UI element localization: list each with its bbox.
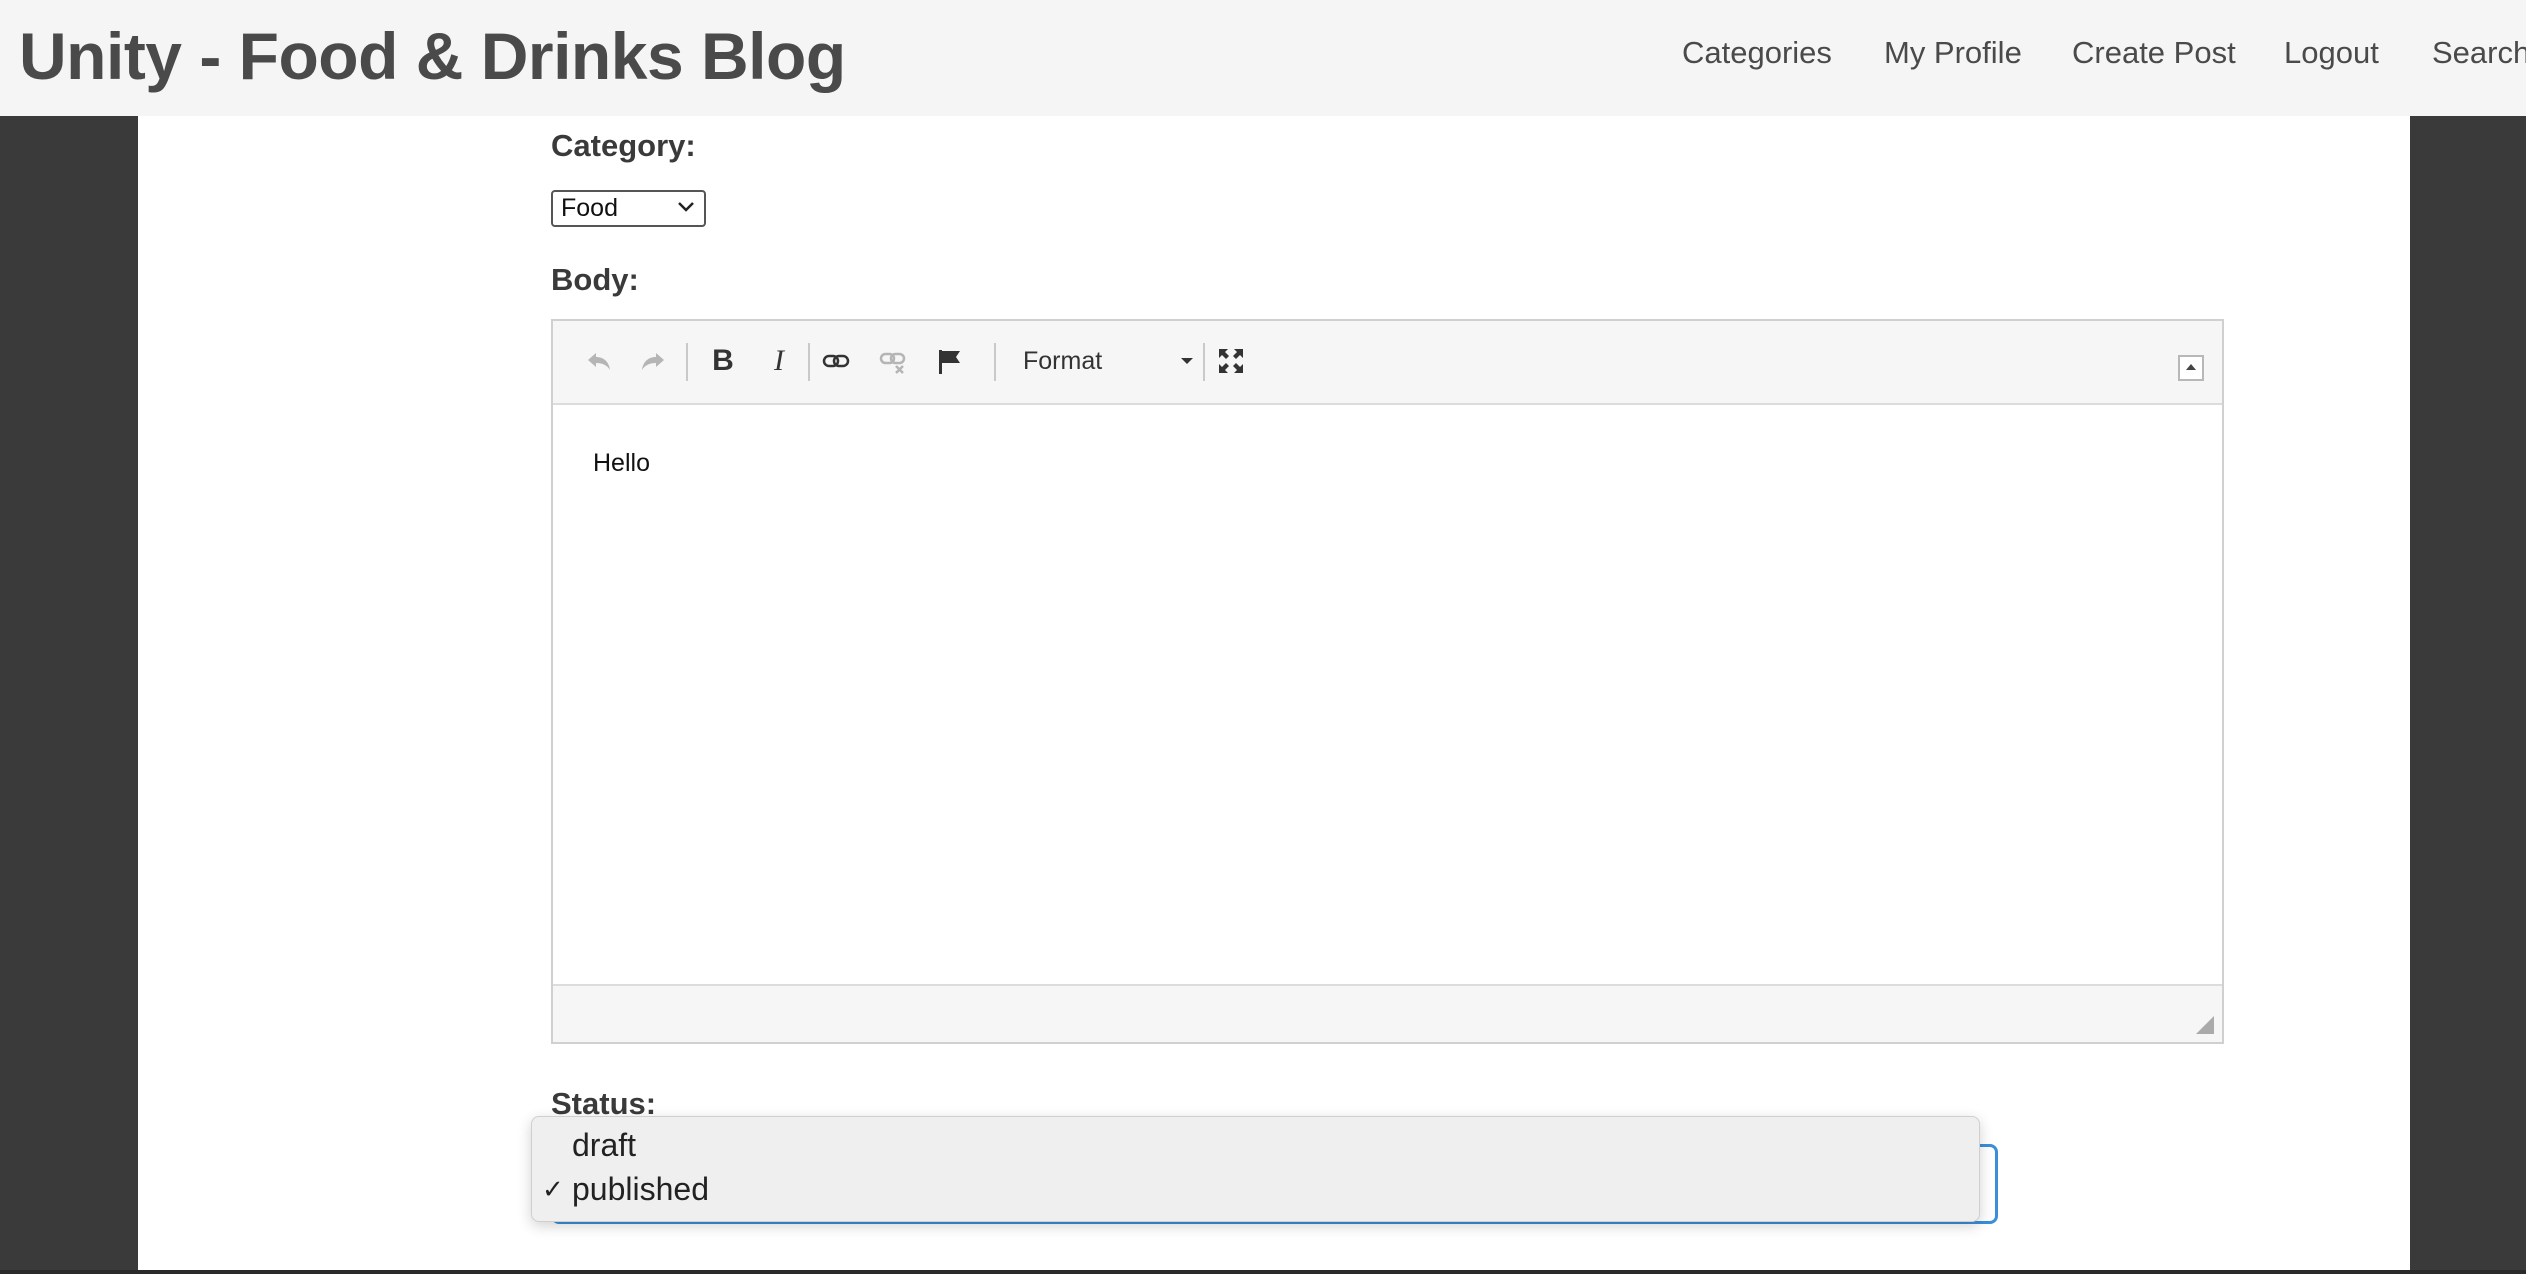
editor-paragraph: Hello	[593, 449, 650, 477]
link-icon[interactable]	[816, 341, 856, 381]
format-dropdown[interactable]: Format	[1023, 341, 1193, 381]
caret-down-icon	[1181, 358, 1193, 364]
category-label: Category:	[551, 128, 696, 163]
site-title[interactable]: Unity - Food & Drinks Blog	[19, 16, 846, 96]
status-dropdown-menu: draft ✓ published	[531, 1116, 1980, 1222]
rich-text-editor: B I Format Hello	[551, 319, 2224, 1044]
nav-my-profile[interactable]: My Profile	[1884, 30, 2022, 76]
status-option-label: draft	[572, 1127, 637, 1163]
main-content: Category: Food Body: B I Format Hello St…	[138, 116, 2410, 1274]
toolbar-separator	[1203, 343, 1205, 381]
status-option-published[interactable]: ✓ published	[532, 1168, 1979, 1210]
chevron-down-icon	[676, 192, 696, 231]
fullscreen-icon[interactable]	[1211, 341, 1251, 381]
format-label: Format	[1023, 347, 1103, 375]
site-header: Unity - Food & Drinks Blog Categories My…	[0, 0, 2526, 116]
flag-icon[interactable]	[929, 341, 969, 381]
resize-handle-icon[interactable]	[2196, 1016, 2214, 1034]
nav-logout[interactable]: Logout	[2284, 30, 2379, 76]
checkmark-icon: ✓	[542, 1174, 564, 1204]
nav-search[interactable]: Search	[2432, 30, 2526, 76]
page-bottom-edge	[0, 1270, 2526, 1274]
italic-icon[interactable]: I	[759, 341, 799, 381]
toolbar-separator	[994, 343, 996, 381]
toolbar-collapse-icon[interactable]	[2178, 355, 2204, 381]
bold-icon[interactable]: B	[703, 341, 743, 381]
toolbar-separator	[686, 343, 688, 381]
editor-toolbar: B I Format	[553, 321, 2222, 405]
redo-icon[interactable]	[633, 341, 673, 381]
body-label: Body:	[551, 262, 639, 297]
category-select-value: Food	[561, 194, 618, 222]
status-option-label: published	[572, 1171, 709, 1207]
status-option-draft[interactable]: draft	[532, 1124, 1979, 1166]
nav-categories[interactable]: Categories	[1682, 30, 1832, 76]
category-select[interactable]: Food	[551, 190, 706, 227]
editor-content-area[interactable]: Hello	[553, 405, 2222, 985]
undo-icon[interactable]	[579, 341, 619, 381]
nav-create-post[interactable]: Create Post	[2072, 30, 2236, 76]
editor-statusbar	[553, 984, 2222, 1042]
unlink-icon[interactable]	[873, 341, 913, 381]
toolbar-separator	[808, 343, 810, 381]
